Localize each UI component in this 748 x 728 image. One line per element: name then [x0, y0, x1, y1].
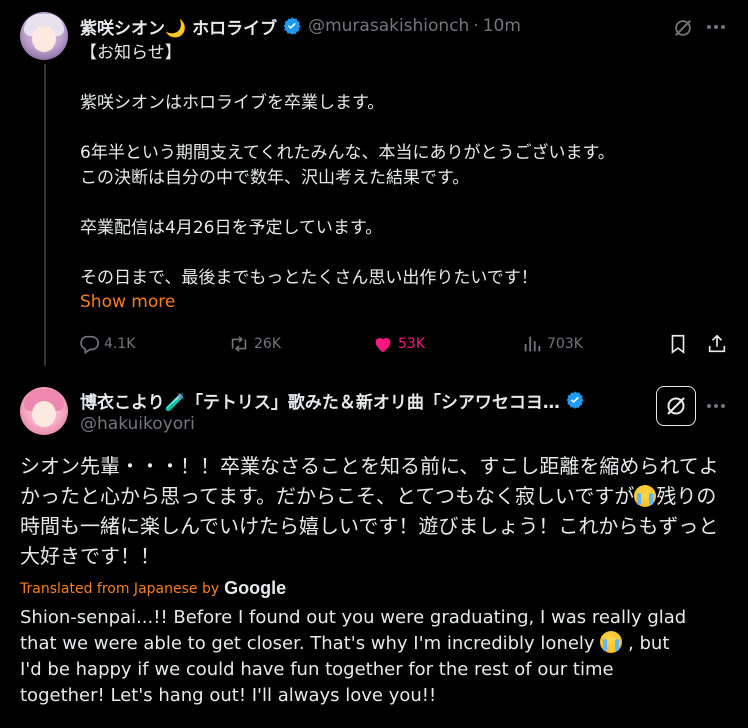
tweet-text-line: 6年半という期間支えてくれたみんな、本当にありがとうございます。 [80, 143, 615, 163]
grok-icon[interactable] [672, 17, 694, 39]
heart-icon [375, 338, 391, 353]
tweet-text-line: 紫咲シオンはホロライブを卒業します。 [80, 93, 385, 113]
views-button[interactable]: 703K [521, 333, 583, 355]
like-count: 53K [398, 336, 425, 352]
translated-line: that we were able to get closer. That's … [20, 633, 595, 654]
thread-connector-line [44, 64, 46, 366]
tweet-text-part: シオン先輩・・・！！卒業なさることを知る前に、すこし距離を縮められてよかったと心… [20, 454, 719, 508]
grok-button[interactable] [656, 386, 696, 426]
avatar[interactable] [20, 387, 68, 435]
translated-line: Shion-senpai...!! Before I found out you… [20, 607, 687, 628]
tweet-text-line: この決断は自分の中で数年、沢山考えた結果です。 [80, 168, 470, 188]
loudly-crying-face-emoji [634, 485, 657, 507]
display-name[interactable]: 博衣こより🧪「テトリス」歌みた＆新オリ曲「シアワセコヨ… [80, 388, 560, 413]
reply-count: 4.1K [104, 336, 136, 352]
translated-line: , but [628, 633, 670, 654]
display-name[interactable]: 紫咲シオン🌙 ホロライブ [80, 14, 277, 39]
views-icon [524, 336, 541, 352]
more-icon[interactable] [703, 16, 729, 38]
tweet-text-line: 【お知らせ】 [80, 43, 182, 63]
more-icon[interactable] [703, 395, 729, 417]
timestamp[interactable]: 10m [483, 16, 521, 36]
tweet-header: 紫咲シオン🌙 ホロライブ @murasakishionch · 10m [80, 13, 521, 39]
translated-text: Shion-senpai...!! Before I found out you… [20, 605, 732, 709]
loudly-crying-face-emoji [600, 631, 623, 653]
reply-button[interactable]: 4.1K [78, 333, 135, 355]
share-button[interactable] [706, 333, 728, 355]
translation-attribution[interactable]: Translated from Japanese by Google [20, 578, 286, 599]
separator-dot: · [473, 16, 479, 36]
repost-icon [231, 336, 247, 352]
grok-icon [667, 397, 685, 415]
show-more-link[interactable]: Show more [80, 292, 175, 312]
verified-badge-icon[interactable] [282, 16, 302, 36]
bookmark-button[interactable] [667, 333, 689, 355]
repost-count: 26K [254, 336, 281, 352]
google-logo: Google [224, 578, 287, 598]
views-count: 703K [547, 336, 583, 352]
avatar[interactable] [20, 12, 68, 60]
tweet-header: 博衣こより🧪「テトリス」歌みた＆新オリ曲「シアワセコヨ… [80, 387, 625, 413]
translated-line: I'd be happy if we could have fun togeth… [20, 659, 614, 680]
like-button[interactable]: 53K [372, 333, 425, 355]
tweet-text-line: 卒業配信は4月26日を予定しています。 [80, 218, 383, 238]
handle[interactable]: @hakuikoyori [80, 414, 195, 434]
verified-badge-icon[interactable] [565, 390, 585, 410]
tweet-text-line: その日まで、最後までもっとたくさん思い出作りたいです！ [80, 268, 538, 288]
tweet-text: 【お知らせ】 紫咲シオンはホロライブを卒業します。 6年半という期間支えてくれた… [80, 41, 720, 291]
reply-icon [80, 335, 99, 355]
bookmark-icon [671, 334, 685, 354]
repost-button[interactable]: 26K [228, 333, 281, 355]
translated-label: Translated from Japanese by [20, 580, 220, 597]
handle[interactable]: @murasakishionch [308, 16, 469, 36]
share-icon [708, 334, 726, 353]
translated-line: together! Let's hang out! I'll always lo… [20, 685, 437, 706]
tweet-actions: 4.1K 26K 53K 703K [78, 333, 730, 359]
tweet-text: シオン先輩・・・！！卒業なさることを知る前に、すこし距離を縮められてよかったと心… [20, 451, 732, 571]
